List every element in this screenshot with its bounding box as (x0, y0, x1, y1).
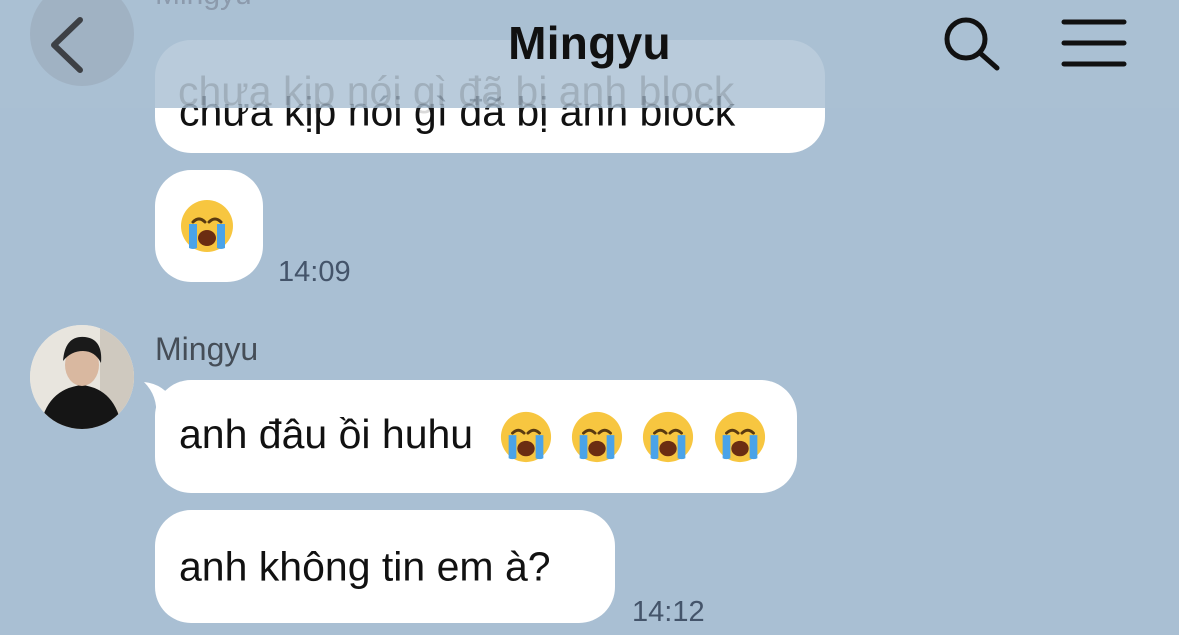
loudly-crying-face-icon (713, 410, 767, 462)
message-bubble[interactable]: anh đâu ồi huhu (155, 380, 797, 493)
sender-name: Mingyu (155, 331, 259, 367)
message-content: anh đâu ồi huhu (179, 410, 767, 464)
search-icon (944, 17, 1000, 71)
loudly-crying-face-icon (179, 198, 235, 254)
emoji-message-bubble[interactable] (155, 170, 263, 282)
profile-photo (30, 325, 134, 429)
loudly-crying-face-icon (641, 410, 706, 462)
loudly-crying-face-icon (499, 410, 564, 462)
message-bubble[interactable]: anh không tin em à? (155, 510, 615, 623)
message-timestamp: 14:12 (632, 596, 705, 628)
previous-sender-name: Mingyu (155, 0, 252, 12)
menu-button[interactable] (1058, 16, 1130, 72)
hamburger-menu-icon (1061, 19, 1127, 67)
avatar[interactable] (30, 325, 134, 429)
message-text: anh đâu ồi huhu (179, 410, 474, 457)
message-timestamp: 14:09 (278, 256, 351, 288)
search-button[interactable] (940, 14, 1004, 74)
loudly-crying-face-icon (570, 410, 635, 462)
message-text: anh không tin em à? (179, 543, 551, 589)
faded-message-text: chưa kịp nói gì đã bị anh block (178, 68, 735, 114)
